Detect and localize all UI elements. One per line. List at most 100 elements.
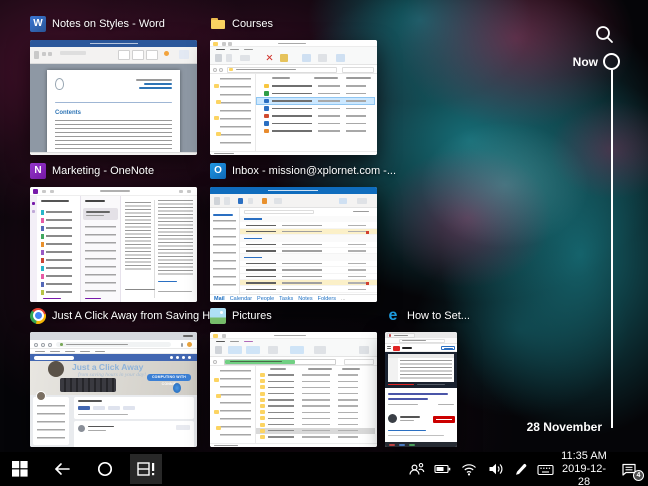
onenote-window-preview[interactable] bbox=[30, 187, 197, 302]
thumbnail-header: Pictures bbox=[210, 307, 377, 324]
page-footer-strip bbox=[385, 442, 457, 447]
facebook-cover-banner: Just a Click Away from saving hours in y… bbox=[30, 361, 197, 395]
network-tray-button[interactable] bbox=[456, 452, 482, 486]
explorer-status-bar bbox=[210, 151, 377, 155]
thumbnail-header: Courses bbox=[210, 15, 377, 32]
back-arrow-icon bbox=[55, 463, 70, 475]
outlook-ribbon bbox=[210, 194, 377, 208]
explorer-title-bar bbox=[210, 332, 377, 339]
window-title: Courses bbox=[232, 17, 273, 30]
timeline-now-label: Now bbox=[572, 55, 598, 69]
facebook-header bbox=[30, 354, 197, 361]
task-view-icon bbox=[137, 462, 155, 476]
outlook-title-bar bbox=[210, 187, 377, 194]
window-title: Pictures bbox=[232, 309, 272, 322]
word-title-bar bbox=[30, 40, 197, 47]
clock-date: 2019-12-28 bbox=[561, 462, 607, 486]
battery-tray-button[interactable] bbox=[429, 452, 456, 486]
wifi-icon bbox=[462, 464, 476, 476]
chrome-avatar bbox=[187, 342, 192, 347]
video-player[interactable] bbox=[385, 352, 457, 388]
task-view-active-highlight bbox=[130, 454, 162, 484]
outlook-nav-mail[interactable]: Mail bbox=[214, 295, 225, 303]
explorer-window-preview[interactable] bbox=[210, 40, 377, 155]
timeline-scrollbar[interactable] bbox=[610, 70, 613, 428]
task-thumbnail-pictures[interactable]: Pictures bbox=[210, 307, 377, 447]
window-title: Inbox - mission@xplornet.com -... bbox=[232, 164, 396, 177]
timeline-search-button[interactable] bbox=[594, 24, 616, 46]
keyboard-icon bbox=[536, 464, 554, 475]
keyboard-image bbox=[60, 378, 116, 392]
outlook-window-preview[interactable]: Mail Calendar People Tasks Notes Folders… bbox=[210, 187, 377, 302]
window-title: How to Set... bbox=[407, 309, 470, 322]
volume-tray-button[interactable] bbox=[482, 452, 509, 486]
word-page: Contents bbox=[47, 70, 180, 155]
chrome-tab-strip bbox=[30, 332, 197, 352]
task-thumbnail-onenote[interactable]: N Marketing - OneNote bbox=[30, 162, 197, 302]
outlook-message-list bbox=[240, 208, 377, 294]
edge-icon: e bbox=[388, 306, 398, 324]
touch-keyboard-tray-button[interactable] bbox=[532, 452, 558, 486]
cortana-circle-icon bbox=[97, 461, 113, 477]
subscribe-button[interactable] bbox=[433, 416, 455, 423]
thumbnail-header: e How to Set... bbox=[385, 306, 470, 324]
task-thumbnail-edge[interactable]: e How to Set... bbox=[385, 306, 470, 447]
chrome-toolbar bbox=[30, 340, 197, 349]
explorer-nav-pane bbox=[210, 74, 256, 151]
back-button[interactable] bbox=[40, 452, 84, 486]
outlook-nav-more[interactable]: ... bbox=[341, 295, 346, 303]
pictures-window-preview[interactable] bbox=[210, 332, 377, 447]
notification-count-badge: 4 bbox=[633, 470, 644, 481]
start-button[interactable] bbox=[0, 452, 40, 486]
delete-icon bbox=[266, 54, 273, 61]
action-center-button[interactable]: 4 bbox=[610, 452, 648, 486]
outlook-nav-notes[interactable]: Notes bbox=[298, 295, 312, 303]
thumbnail-header: Just A Click Away from Saving Ho... bbox=[30, 307, 225, 324]
mouse-image bbox=[173, 383, 181, 393]
folder-icon bbox=[210, 16, 226, 32]
people-tray-button[interactable] bbox=[403, 452, 429, 486]
video-frame bbox=[388, 354, 454, 382]
explorer-title-bar bbox=[210, 40, 377, 47]
chrome-icon bbox=[30, 307, 46, 324]
thumbnail-header: W Notes on Styles - Word bbox=[30, 15, 197, 32]
edge-window-preview[interactable] bbox=[385, 332, 457, 447]
thumbnail-header: O Inbox - mission@xplornet.com -... bbox=[210, 162, 396, 179]
chrome-window-preview[interactable]: Just a Click Away from saving hours in y… bbox=[30, 332, 197, 447]
word-document-area: Contents bbox=[30, 64, 197, 155]
pictures-icon bbox=[210, 307, 226, 324]
outlook-module-nav: Mail Calendar People Tasks Notes Folders… bbox=[210, 294, 377, 302]
task-thumbnail-courses[interactable]: Courses bbox=[210, 15, 377, 155]
video-info bbox=[385, 390, 457, 447]
outlook-nav-people[interactable]: People bbox=[257, 295, 274, 303]
chrome-address-bar bbox=[56, 342, 171, 347]
cortana-button[interactable] bbox=[84, 452, 126, 486]
pen-tray-button[interactable] bbox=[509, 452, 532, 486]
window-title: Marketing - OneNote bbox=[52, 164, 155, 177]
channel-avatar bbox=[388, 414, 397, 423]
speaker-icon bbox=[489, 463, 502, 475]
timeline-now-marker[interactable] bbox=[603, 53, 620, 70]
word-window-preview[interactable]: Contents bbox=[30, 40, 197, 155]
task-thumbnail-outlook[interactable]: O Inbox - mission@xplornet.com -... Mail… bbox=[210, 162, 396, 302]
task-view-screen: W Notes on Styles - Word Contents Course… bbox=[0, 0, 648, 486]
onenote-left-rail bbox=[30, 196, 37, 302]
windows-logo-icon bbox=[12, 461, 28, 477]
word-ribbon bbox=[30, 47, 197, 64]
taskbar: 11:35 AM 2019-12-28 4 bbox=[0, 450, 648, 486]
outlook-nav-calendar[interactable]: Calendar bbox=[230, 295, 252, 303]
battery-icon bbox=[434, 464, 451, 474]
explorer-file-list bbox=[256, 366, 377, 443]
search-icon bbox=[596, 26, 613, 43]
task-thumbnail-chrome[interactable]: Just A Click Away from Saving Ho... Just… bbox=[30, 307, 225, 447]
onenote-pages-pane bbox=[81, 196, 121, 302]
outlook-nav-folders[interactable]: Folders bbox=[318, 295, 336, 303]
facebook-page-body bbox=[30, 391, 197, 447]
window-title: Notes on Styles - Word bbox=[52, 17, 165, 30]
task-view-button[interactable] bbox=[126, 452, 166, 486]
timeline-date-label[interactable]: 28 November bbox=[518, 420, 602, 434]
task-thumbnail-word[interactable]: W Notes on Styles - Word Contents bbox=[30, 15, 197, 155]
outlook-nav-tasks[interactable]: Tasks bbox=[279, 295, 293, 303]
taskbar-clock[interactable]: 11:35 AM 2019-12-28 bbox=[558, 450, 610, 486]
onenote-title-bar bbox=[30, 187, 197, 196]
